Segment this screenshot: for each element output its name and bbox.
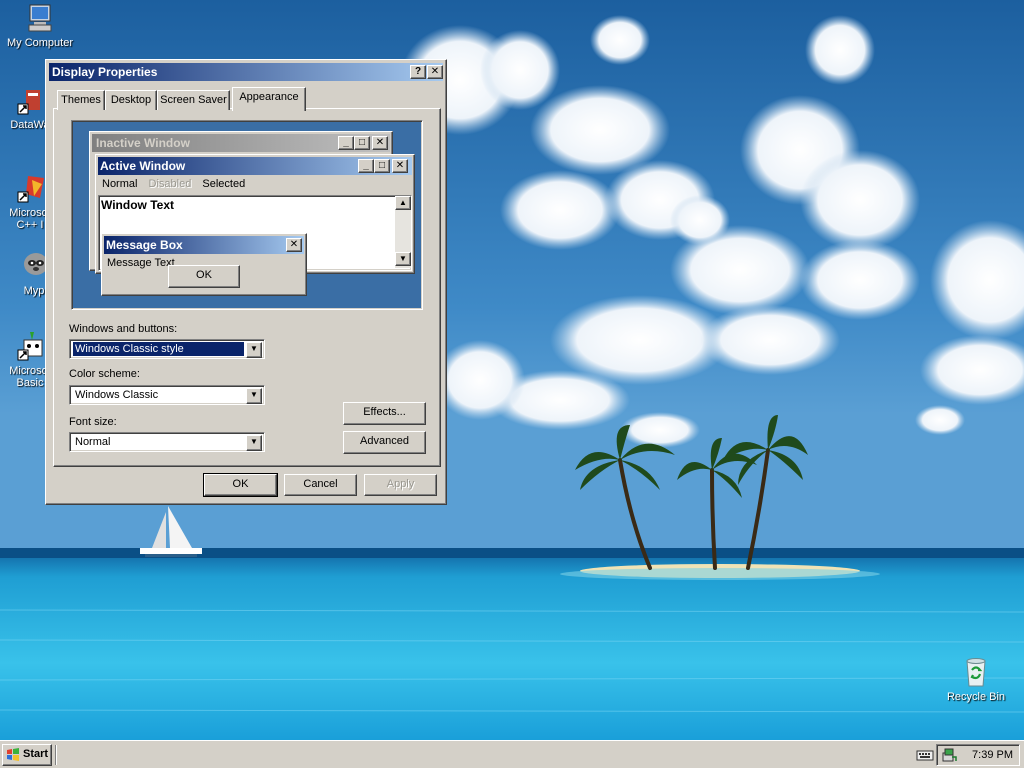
system-tray: 7:39 PM: [936, 744, 1020, 766]
menu-selected: Selected: [202, 178, 246, 190]
font-size-value: Normal: [75, 436, 111, 448]
preview-menu-bar: Normal Disabled Selected: [102, 178, 245, 194]
menu-disabled: Disabled: [148, 178, 192, 190]
computer-icon: [24, 2, 56, 34]
font-size-select[interactable]: Normal ▼: [69, 432, 265, 452]
minimize-icon: _: [338, 136, 354, 150]
minimize-icon: _: [358, 159, 374, 173]
windows-buttons-label: Windows and buttons:: [69, 323, 178, 335]
windows-logo-icon: [6, 748, 20, 761]
close-icon: ✕: [286, 238, 302, 252]
color-scheme-select[interactable]: Windows Classic ▼: [69, 385, 265, 405]
preview-msgbox-ok: OK: [168, 265, 240, 288]
menu-normal: Normal: [102, 178, 138, 190]
windows-buttons-select[interactable]: Windows Classic style ▼: [69, 339, 265, 359]
visual-cpp-icon: [14, 172, 46, 204]
chevron-down-icon[interactable]: ▼: [246, 342, 262, 358]
dialog-title-bar[interactable]: Display Properties: [49, 63, 443, 81]
chevron-down-icon[interactable]: ▼: [246, 435, 262, 451]
preview-window-text: Window Text: [101, 198, 174, 212]
visual-basic-icon: [14, 330, 46, 362]
recycle-bin-icon: [960, 656, 992, 688]
maximize-icon: □: [354, 136, 370, 150]
maximize-icon: □: [374, 159, 390, 173]
appearance-preview: Inactive Window _ □ ✕ Active Window _ □ …: [71, 120, 423, 310]
windows-buttons-value: Windows Classic style: [73, 342, 244, 356]
advanced-button[interactable]: Advanced: [343, 431, 426, 454]
display-properties-dialog: Display Properties ? ✕ Themes Desktop Sc…: [45, 59, 447, 505]
tab-row: Themes Desktop Screen Saver Appearance: [54, 86, 444, 111]
close-icon: ✕: [372, 136, 388, 150]
close-icon: ✕: [392, 159, 408, 173]
color-scheme-label: Color scheme:: [69, 368, 140, 380]
desktop-icon-recycle-bin[interactable]: Recycle Bin: [936, 656, 1016, 703]
color-scheme-value: Windows Classic: [75, 389, 159, 401]
help-button[interactable]: ?: [410, 65, 426, 79]
font-size-label: Font size:: [69, 416, 117, 428]
keyboard-icon[interactable]: [916, 748, 934, 762]
ok-button[interactable]: OK: [203, 473, 278, 497]
preview-scrollbar: ▲ ▼: [395, 196, 411, 268]
quick-launch-divider: [55, 745, 57, 765]
taskbar: Start 7:39 PM: [0, 740, 1024, 768]
preview-msgbox-text: Message Text: [107, 257, 175, 269]
scroll-down-icon: ▼: [395, 252, 411, 266]
network-tray-icon[interactable]: [941, 747, 957, 763]
dialog-title: Display Properties: [52, 65, 158, 79]
start-button[interactable]: Start: [2, 744, 52, 766]
cancel-button[interactable]: Cancel: [284, 474, 357, 496]
tab-desktop[interactable]: Desktop: [105, 90, 157, 110]
scroll-up-icon: ▲: [395, 196, 411, 210]
clock[interactable]: 7:39 PM: [972, 749, 1013, 761]
tab-appearance[interactable]: Appearance: [232, 87, 306, 111]
preview-message-box: Message Box ✕ Message Text OK: [101, 233, 307, 296]
chevron-down-icon[interactable]: ▼: [246, 388, 262, 404]
close-button[interactable]: ✕: [427, 65, 443, 79]
database-app-icon: [14, 84, 46, 116]
effects-button[interactable]: Effects...: [343, 402, 426, 425]
desktop-icon-label: My Computer: [6, 37, 74, 49]
apply-button[interactable]: Apply: [364, 474, 437, 496]
start-label: Start: [23, 748, 49, 760]
desktop-icon-my-computer[interactable]: My Computer: [0, 2, 80, 49]
tab-themes[interactable]: Themes: [57, 90, 105, 110]
close-icon: ✕: [430, 66, 440, 77]
tab-screen-saver[interactable]: Screen Saver: [157, 90, 230, 110]
preview-msgbox-title-bar: Message Box: [104, 236, 304, 254]
desktop-icon-label: Recycle Bin: [946, 691, 1006, 703]
